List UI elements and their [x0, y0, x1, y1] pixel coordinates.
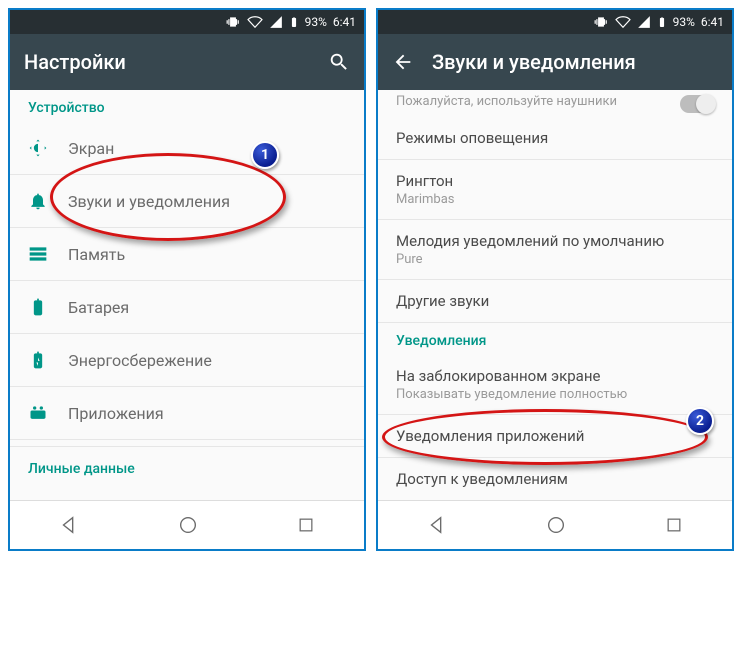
item-label: Экран: [68, 139, 114, 158]
nav-home-icon[interactable]: [177, 514, 199, 536]
page-title: Настройки: [24, 50, 310, 74]
vibrate-icon: [225, 15, 241, 29]
item-power[interactable]: Энергосбережение: [10, 334, 364, 387]
item-label: Приложения: [68, 404, 164, 423]
apps-icon: [28, 403, 48, 423]
toggle-switch[interactable]: [680, 95, 714, 113]
nav-recent-icon[interactable]: [296, 515, 316, 535]
nav-recent-icon[interactable]: [664, 515, 684, 535]
status-bar: 93% 6:41: [378, 10, 732, 34]
item-sublabel: Показывать уведомление полностью: [396, 387, 714, 402]
phone-right: 93% 6:41 Звуки и уведомления Пожалуйста,…: [376, 8, 734, 551]
item-apps[interactable]: Приложения: [10, 387, 364, 440]
content: Пожалуйста, используйте наушники Режимы …: [378, 90, 732, 500]
item-sublabel: Pure: [396, 252, 714, 267]
section-device: Устройство: [10, 90, 364, 122]
item-label: Доступ к уведомлениям: [396, 470, 714, 488]
nav-back-icon[interactable]: [426, 514, 448, 536]
section-notifications: Уведомления: [378, 323, 732, 355]
item-ringtone[interactable]: Рингтон Marimbas: [378, 160, 732, 220]
nav-home-icon[interactable]: [545, 514, 567, 536]
brightness-icon: [28, 138, 48, 158]
clock-text: 6:41: [701, 15, 724, 29]
battery-icon: [28, 297, 48, 317]
item-sound[interactable]: Звуки и уведомления 1: [10, 175, 364, 228]
wifi-icon: [247, 15, 263, 29]
item-label: Звуки и уведомления: [68, 192, 230, 211]
page-title: Звуки и уведомления: [432, 50, 718, 74]
item-label: Режимы оповещения: [396, 129, 714, 147]
search-icon[interactable]: [328, 51, 350, 73]
item-alert-modes[interactable]: Режимы оповещения: [378, 117, 732, 160]
item-label: Энергосбережение: [68, 351, 212, 370]
item-app-notif[interactable]: Уведомления приложений 2: [378, 415, 732, 458]
nav-bar: [10, 500, 364, 549]
energy-icon: [28, 350, 48, 370]
item-lockscreen-notif[interactable]: На заблокированном экране Показывать уве…: [378, 355, 732, 415]
phone-left: 93% 6:41 Настройки Устройство Экран Звук…: [8, 8, 366, 551]
clock-text: 6:41: [333, 15, 356, 29]
item-label: Другие звуки: [396, 292, 714, 310]
appbar: Звуки и уведомления: [378, 34, 732, 90]
item-label: Батарея: [68, 298, 129, 317]
item-notif-access[interactable]: Доступ к уведомлениям: [378, 458, 732, 500]
item-sublabel: Marimbas: [396, 192, 714, 207]
storage-icon: [28, 244, 48, 264]
bell-icon: [28, 191, 48, 211]
item-label: Рингтон: [396, 172, 714, 190]
item-other-sounds[interactable]: Другие звуки: [378, 280, 732, 323]
nav-bar: [378, 500, 732, 549]
appbar: Настройки: [10, 34, 364, 90]
item-notif-sound[interactable]: Мелодия уведомлений по умолчанию Pure: [378, 220, 732, 280]
signal-icon: [637, 15, 651, 29]
battery-icon: [289, 15, 299, 29]
item-label: Мелодия уведомлений по умолчанию: [396, 232, 714, 250]
item-battery[interactable]: Батарея: [10, 281, 364, 334]
item-label: Уведомления приложений: [396, 427, 714, 445]
headphone-hint: Пожалуйста, используйте наушники: [396, 90, 680, 117]
wifi-icon: [615, 15, 631, 29]
content: Устройство Экран Звуки и уведомления 1 П…: [10, 90, 364, 500]
section-personal: Личные данные: [10, 446, 364, 483]
item-storage[interactable]: Память: [10, 228, 364, 281]
vibrate-icon: [593, 15, 609, 29]
item-display[interactable]: Экран: [10, 122, 364, 175]
back-icon[interactable]: [392, 51, 414, 73]
signal-icon: [269, 15, 283, 29]
item-label: Память: [68, 245, 125, 264]
nav-back-icon[interactable]: [58, 514, 80, 536]
battery-text: 93%: [673, 15, 695, 29]
status-bar: 93% 6:41: [10, 10, 364, 34]
battery-text: 93%: [305, 15, 327, 29]
battery-icon: [657, 15, 667, 29]
item-label: На заблокированном экране: [396, 367, 714, 385]
